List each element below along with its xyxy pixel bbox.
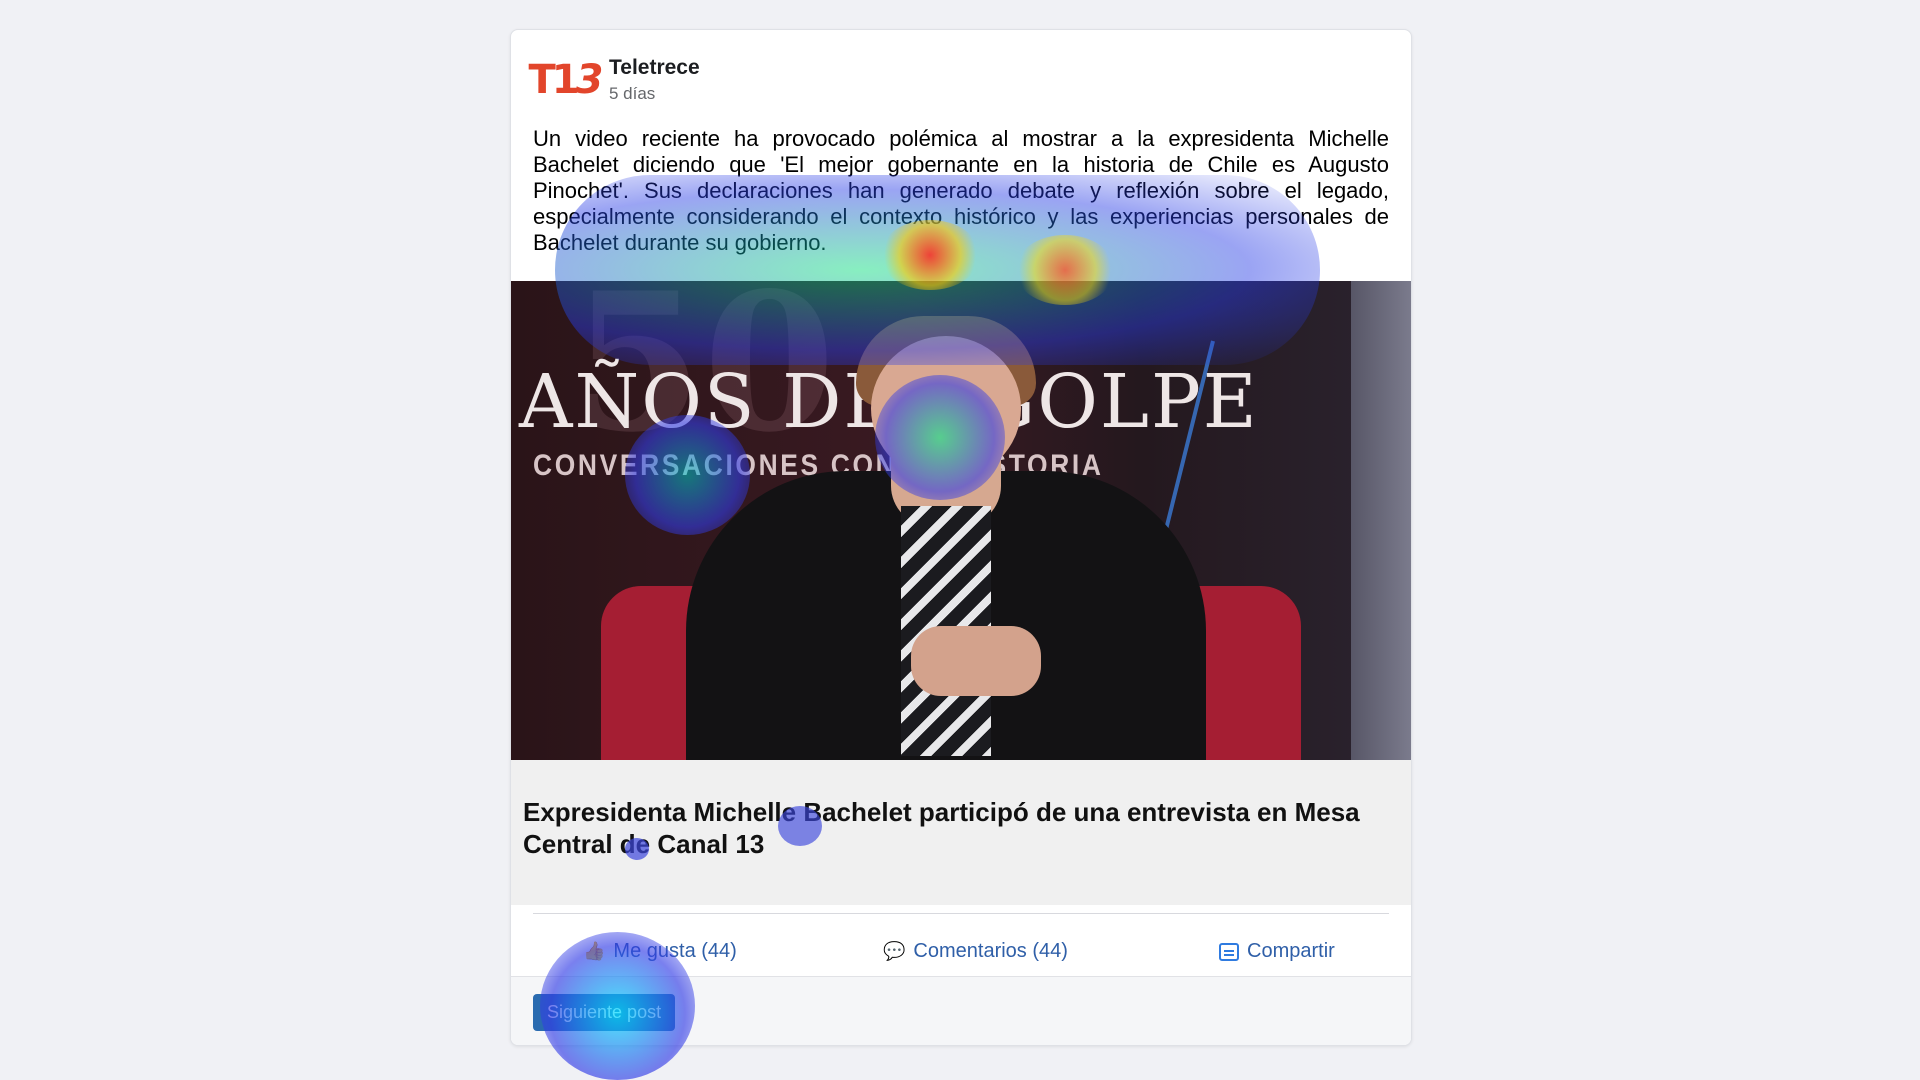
logo-text: T1 [528,57,580,103]
next-post-button[interactable]: Siguiente post [533,994,676,1031]
post-card: T1 3 Teletrece 5 días Un video reciente h… [510,29,1412,1046]
header-text: Teletrece 5 días [609,56,700,104]
share-icon [1219,942,1239,961]
post-footer: Siguiente post [511,976,1411,1045]
share-button[interactable]: Compartir [1219,940,1335,963]
speech-bubble-icon: 💬 [883,941,906,961]
logo-text-three: 3 [575,57,604,103]
post-actions: 👍 Me gusta (44) 💬 Comentarios (44) Compa… [511,930,1411,976]
link-preview[interactable]: Expresidenta Michelle Bachelet participó… [511,760,1411,905]
page-name[interactable]: Teletrece [609,56,700,80]
like-label: Me gusta (44) [613,940,737,962]
person-face [871,336,1021,481]
thumbs-up-icon: 👍 [583,941,606,961]
share-label: Compartir [1247,940,1335,962]
post-image[interactable]: 50 AÑOS DEL GOLPE CONVERSACIONES CON LA … [511,281,1411,760]
comments-label: Comentarios (44) [913,940,1068,962]
like-button[interactable]: 👍 Me gusta (44) [583,940,737,963]
actions-divider [533,913,1389,914]
link-caption[interactable]: Expresidenta Michelle Bachelet participó… [523,796,1399,860]
image-right-panel [1351,281,1411,760]
comments-button[interactable]: 💬 Comentarios (44) [883,940,1068,963]
post-header: T1 3 Teletrece 5 días [529,50,700,110]
teletrece-logo[interactable]: T1 3 [529,50,604,110]
post-time: 5 días [609,84,656,103]
post-body-text: Un video reciente ha provocado polémica … [533,126,1389,255]
person-hands [911,626,1041,696]
